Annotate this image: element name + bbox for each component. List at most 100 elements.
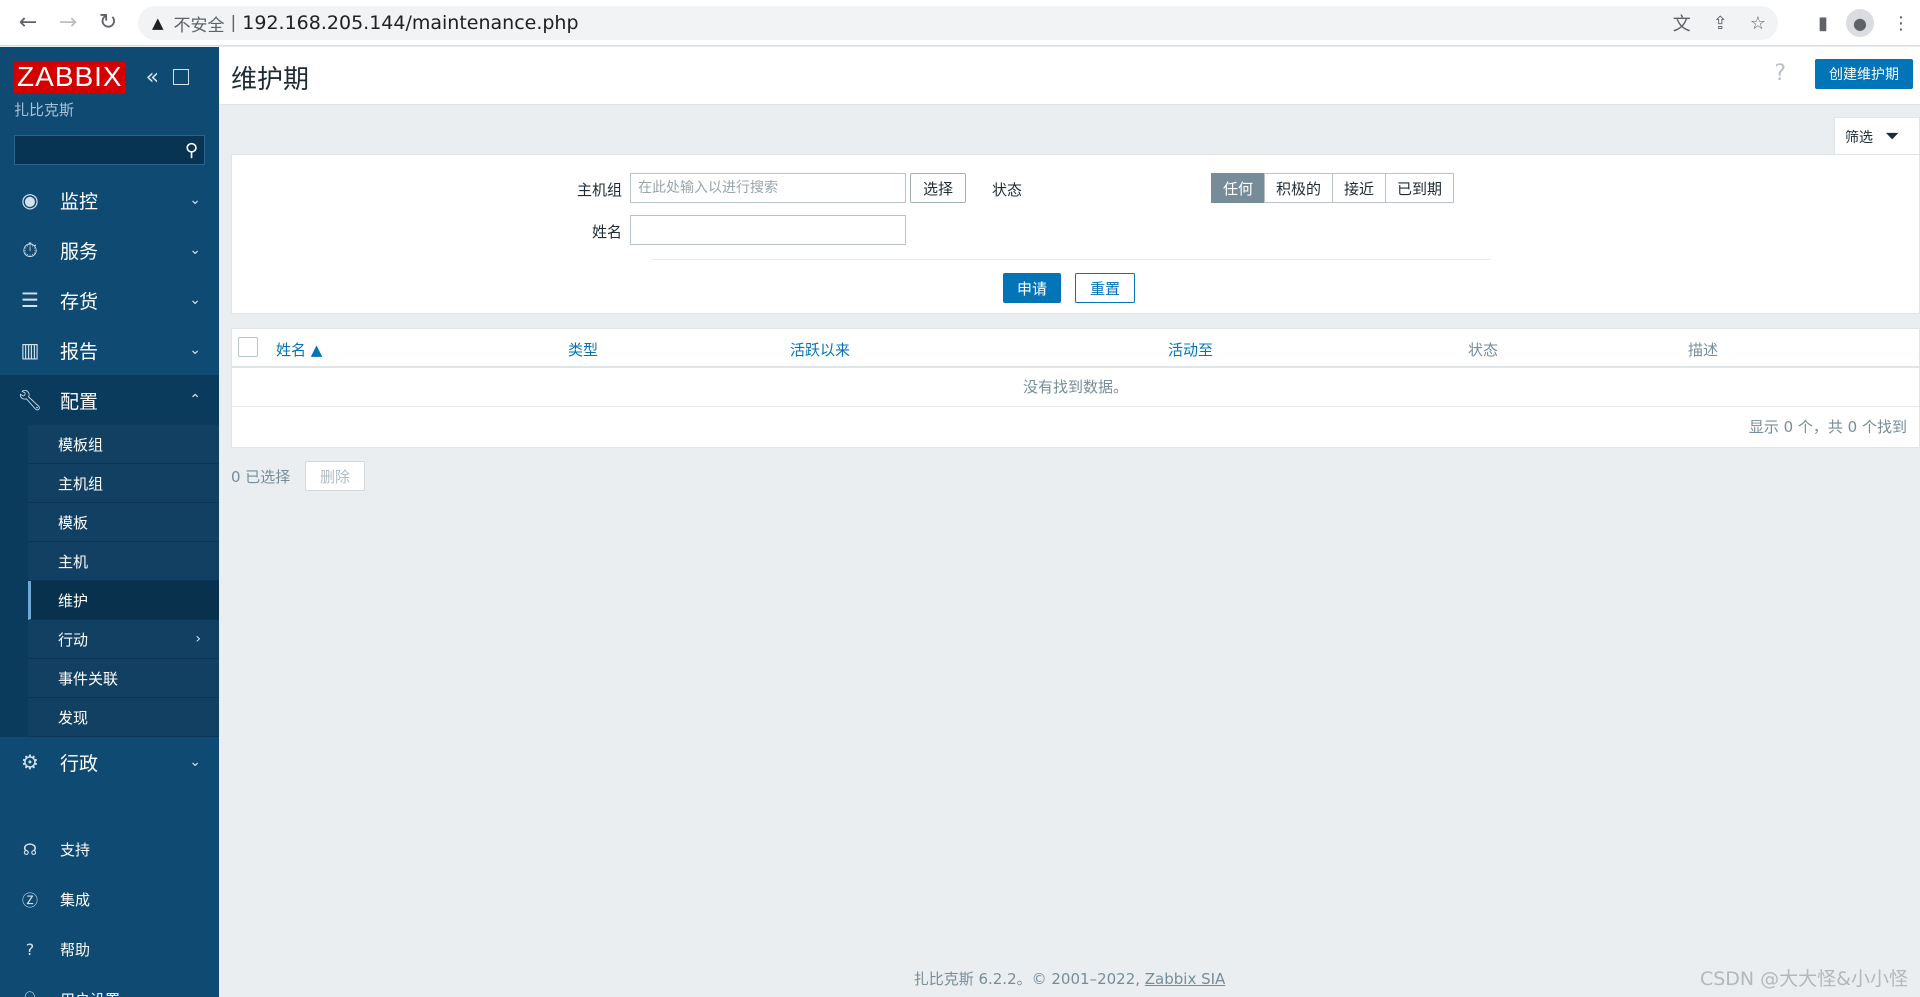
status-active-option[interactable]: 积极的	[1264, 173, 1334, 203]
filter-tab-label: 筛选	[1845, 129, 1873, 146]
forward-arrow-icon[interactable]: →	[48, 3, 88, 43]
status-expired-option[interactable]: 已到期	[1385, 173, 1455, 203]
question-icon: ?	[25, 939, 35, 959]
create-maintenance-button[interactable]: 创建维护期	[1815, 59, 1913, 89]
menu-reports[interactable]: ▥ 报告 ⌄	[0, 325, 219, 375]
menu-support[interactable]: ☊ 支持	[0, 824, 219, 874]
kiosk-mode-icon[interactable]	[173, 69, 190, 85]
configuration-submenu: 模板组 主机组 模板 主机 维护 行动 › 事件关联 发现	[0, 425, 219, 737]
name-label: 姓名	[591, 223, 622, 241]
submenu-template-groups[interactable]: 模板组	[28, 425, 219, 464]
menu-label: 用户设置	[60, 989, 120, 997]
bar-chart-icon: ▥	[20, 338, 40, 362]
empty-table-message: 没有找到数据。	[232, 368, 1919, 407]
column-type[interactable]: 类型	[568, 339, 598, 360]
security-label: 不安全	[173, 15, 225, 36]
filter-icon: ⏷	[1885, 126, 1900, 147]
footer-text: 扎比克斯 6.2.2。© 2001–2022,	[913, 970, 1145, 988]
host-group-input[interactable]	[630, 173, 906, 203]
chevron-right-icon: ›	[195, 631, 201, 647]
zabbix-logo[interactable]: ZABBIX	[14, 61, 126, 93]
watermark: CSDN @大大怪&小小怪	[1699, 968, 1908, 990]
url-separator: |	[230, 13, 237, 33]
status-approaching-option[interactable]: 接近	[1332, 173, 1387, 203]
menu-configuration[interactable]: 🔧︎ 配置 ⌃	[0, 375, 219, 425]
stopwatch-icon: ⏱	[22, 238, 38, 262]
collapse-sidebar-icon[interactable]: «	[146, 65, 159, 90]
submenu-label: 行动	[58, 630, 89, 649]
reload-icon[interactable]: ↻	[88, 3, 128, 43]
help-icon[interactable]: ?	[1774, 61, 1786, 86]
apply-button[interactable]: 申请	[1003, 273, 1062, 303]
submenu-host-groups[interactable]: 主机组	[28, 464, 219, 503]
column-active-till[interactable]: 活动至	[1168, 339, 1213, 360]
menu-label: 支持	[60, 840, 91, 859]
server-name: 扎比克斯	[14, 101, 75, 119]
menu-label: 帮助	[60, 940, 91, 959]
menu-label: 集成	[60, 890, 91, 909]
search-icon[interactable]: ⚲	[185, 140, 198, 161]
name-input[interactable]	[630, 215, 906, 245]
reset-button[interactable]: 重置	[1075, 273, 1136, 303]
z-icon: Ⓩ	[21, 891, 38, 910]
menu-help[interactable]: ? 帮助	[0, 924, 219, 974]
page-header: 维护期 ? 创建维护期	[219, 47, 1920, 105]
eye-icon: ◉	[21, 188, 39, 212]
bookmark-star-icon[interactable]: ☆	[1750, 13, 1766, 34]
profile-avatar-icon[interactable]: ●	[1846, 9, 1874, 37]
side-panel-icon[interactable]: ▮	[1818, 13, 1828, 34]
column-name[interactable]: 姓名 ▲	[276, 339, 322, 360]
list-icon: ☰	[21, 288, 39, 312]
menu-monitoring[interactable]: ◉ 监控 ⌄	[0, 175, 219, 225]
select-all-checkbox[interactable]	[238, 337, 258, 357]
chevron-up-icon: ⌃	[189, 392, 201, 408]
column-state: 状态	[1468, 341, 1499, 359]
url-text[interactable]: 192.168.205.144/maintenance.php	[242, 12, 578, 34]
column-active-since[interactable]: 活跃以来	[790, 339, 850, 360]
sidebar-search-input[interactable]: ⚲	[14, 135, 205, 165]
footer-link[interactable]: Zabbix SIA	[1145, 970, 1226, 988]
table-paging-summary: 显示 0 个，共 0 个找到	[1748, 418, 1907, 436]
menu-inventory[interactable]: ☰ 存货 ⌄	[0, 275, 219, 325]
main-content: 维护期 ? 创建维护期 筛选 ⏷ 主机组 选择 状态 任何 积极的 接近 已到期…	[219, 47, 1920, 997]
filter-tab[interactable]: 筛选 ⏷	[1834, 117, 1920, 155]
delete-button[interactable]: 删除	[305, 461, 366, 491]
menu-services[interactable]: ⏱ 服务 ⌄	[0, 225, 219, 275]
select-host-group-button[interactable]: 选择	[910, 173, 967, 203]
status-segmented-control: 任何 积极的 接近 已到期	[1211, 173, 1455, 203]
menu-label: 服务	[60, 240, 99, 263]
back-arrow-icon[interactable]: ←	[8, 3, 48, 43]
submenu-actions[interactable]: 行动 ›	[28, 620, 219, 659]
address-bar[interactable]: ▲ 不安全 | 192.168.205.144/maintenance.php …	[138, 6, 1778, 40]
page-footer: 扎比克斯 6.2.2。© 2001–2022, Zabbix SIA	[219, 968, 1920, 989]
submenu-event-correlation[interactable]: 事件关联	[28, 659, 219, 698]
wrench-icon: 🔧︎	[17, 388, 43, 412]
share-icon[interactable]: ⇪	[1713, 13, 1728, 34]
submenu-templates[interactable]: 模板	[28, 503, 219, 542]
gear-icon: ⚙	[21, 750, 39, 774]
chevron-down-icon: ⌄	[189, 292, 201, 308]
menu-user-settings[interactable]: 👤︎ 用户设置 ⌄	[0, 974, 219, 997]
maintenance-table: 姓名 ▲ 类型 活跃以来 活动至 状态 描述 没有找到数据。 显示 0 个，共 …	[231, 328, 1920, 448]
browser-menu-icon[interactable]: ⋮	[1892, 13, 1910, 34]
menu-label: 配置	[60, 390, 99, 413]
headset-icon: ☊	[22, 839, 38, 859]
filter-panel: 主机组 选择 状态 任何 积极的 接近 已到期 姓名 申请 重置	[231, 154, 1920, 314]
chevron-down-icon: ⌄	[189, 242, 201, 258]
menu-administration[interactable]: ⚙ 行政 ⌄	[0, 737, 219, 787]
menu-integrations[interactable]: Ⓩ 集成	[0, 874, 219, 924]
chevron-down-icon: ⌄	[189, 991, 201, 997]
page-title: 维护期	[231, 65, 310, 95]
status-any-option[interactable]: 任何	[1211, 173, 1266, 203]
filter-divider	[652, 259, 1490, 260]
submenu-maintenance[interactable]: 维护	[28, 581, 219, 620]
browser-toolbar: ← → ↻ ▲ 不安全 | 192.168.205.144/maintenanc…	[0, 0, 1920, 46]
sidebar: ZABBIX « 扎比克斯 ⚲ ◉ 监控 ⌄ ⏱ 服务 ⌄ ☰ 存货 ⌄ ▥ 报…	[0, 47, 219, 997]
chevron-down-icon: ⌄	[189, 192, 201, 208]
chevron-down-icon: ⌄	[189, 342, 201, 358]
submenu-discovery[interactable]: 发现	[28, 698, 219, 737]
menu-label: 报告	[60, 340, 99, 363]
translate-icon[interactable]: 文	[1673, 10, 1691, 36]
menu-label: 行政	[60, 752, 99, 775]
submenu-hosts[interactable]: 主机	[28, 542, 219, 581]
